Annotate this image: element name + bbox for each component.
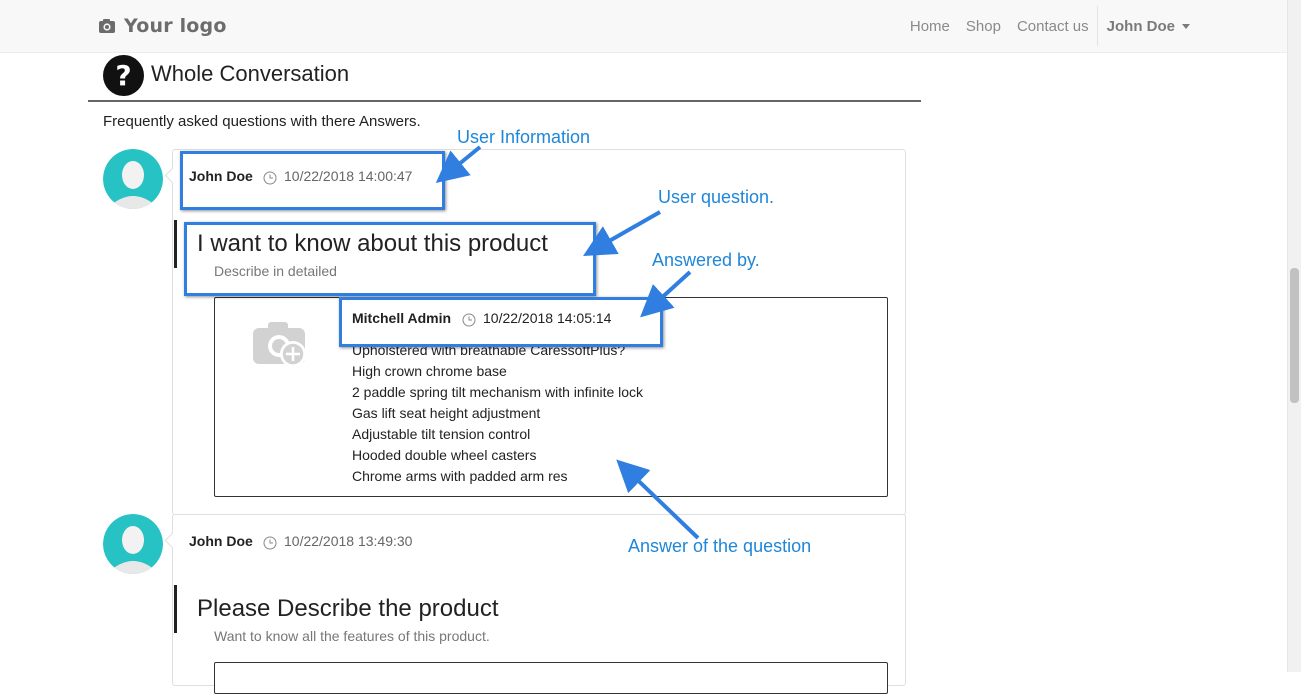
arrow-answered-by: [640, 270, 692, 318]
annotation-answered-by: Answered by.: [652, 250, 760, 270]
arrow-user-info: [435, 145, 482, 184]
annotation-answer-of-question: Answer of the question: [628, 536, 812, 556]
arrow-answer: [616, 459, 700, 540]
annotation-user-information: User Information: [457, 127, 591, 147]
annotation-user-question: User question.: [658, 187, 775, 207]
arrow-user-question: [583, 210, 661, 256]
annotation-arrows: [435, 145, 700, 540]
